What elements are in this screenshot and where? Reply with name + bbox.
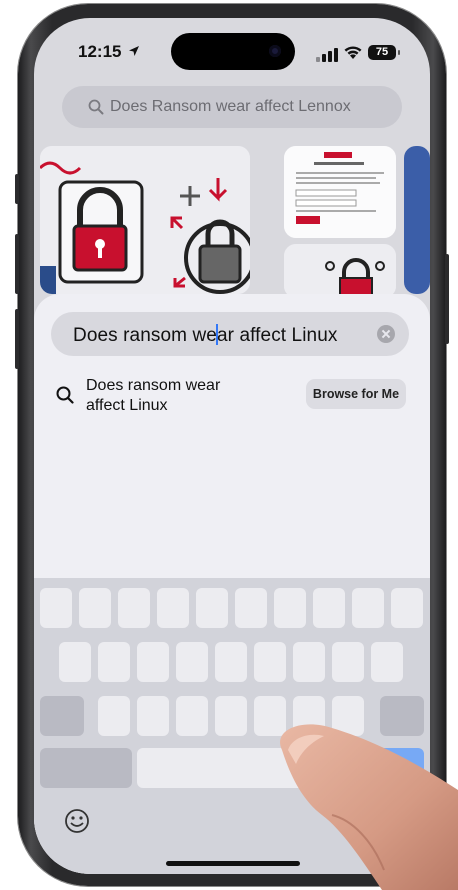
wifi-icon <box>344 46 362 59</box>
key[interactable] <box>293 642 325 682</box>
key[interactable] <box>215 642 247 682</box>
key[interactable] <box>176 642 208 682</box>
signal-icon <box>316 48 338 62</box>
key[interactable] <box>79 588 111 628</box>
clear-icon[interactable] <box>377 325 395 343</box>
volume-up-button <box>15 234 19 294</box>
emoji-icon[interactable] <box>64 808 90 834</box>
key[interactable] <box>313 588 345 628</box>
volume-down-button <box>15 309 19 369</box>
key[interactable] <box>176 696 208 736</box>
key[interactable] <box>118 588 150 628</box>
dynamic-island <box>171 33 295 70</box>
background-search-text: Does Ransom wear affect Lennox <box>110 98 351 115</box>
suggestion-text: Does ransom wear affect Linux <box>86 377 221 414</box>
padlock-thumbnail-icon <box>284 244 396 298</box>
key[interactable] <box>196 588 228 628</box>
search-input[interactable]: Does ransom wear affect Linux <box>51 312 409 356</box>
finger-overlay <box>280 724 458 890</box>
status-bar: 12:15 75 <box>34 18 430 82</box>
search-input-text: Does ransom wear affect Linux <box>73 324 338 346</box>
search-suggestion[interactable]: Does ransom wear affect Linux Browse for… <box>34 372 430 418</box>
padlock-illustration-icon <box>40 146 250 294</box>
key[interactable] <box>215 696 247 736</box>
image-result-1[interactable] <box>40 146 250 294</box>
key[interactable] <box>98 642 130 682</box>
key[interactable] <box>391 588 423 628</box>
clock: 12:15 <box>78 42 140 62</box>
key[interactable] <box>137 696 169 736</box>
key[interactable] <box>59 642 91 682</box>
image-result-2[interactable] <box>284 146 396 238</box>
search-icon <box>56 386 74 404</box>
key[interactable] <box>235 588 267 628</box>
key[interactable] <box>157 588 189 628</box>
key[interactable] <box>137 642 169 682</box>
key[interactable] <box>98 696 130 736</box>
key[interactable] <box>371 642 403 682</box>
shift-key[interactable] <box>40 696 84 736</box>
power-button <box>445 254 449 344</box>
location-arrow-icon <box>129 46 140 56</box>
search-icon <box>88 99 104 115</box>
key[interactable] <box>254 642 286 682</box>
background-search-bar[interactable]: Does Ransom wear affect Lennox <box>62 86 402 128</box>
key[interactable] <box>332 642 364 682</box>
key[interactable] <box>352 588 384 628</box>
browse-for-me-button[interactable]: Browse for Me <box>306 379 406 409</box>
battery-icon: 75 <box>368 45 400 60</box>
image-result-3[interactable] <box>284 244 396 298</box>
action-button <box>15 174 19 204</box>
image-result-4[interactable] <box>404 146 430 294</box>
key[interactable] <box>40 588 72 628</box>
key[interactable] <box>274 588 306 628</box>
login-page-thumbnail-icon <box>284 146 396 238</box>
numbers-key[interactable] <box>40 748 132 788</box>
